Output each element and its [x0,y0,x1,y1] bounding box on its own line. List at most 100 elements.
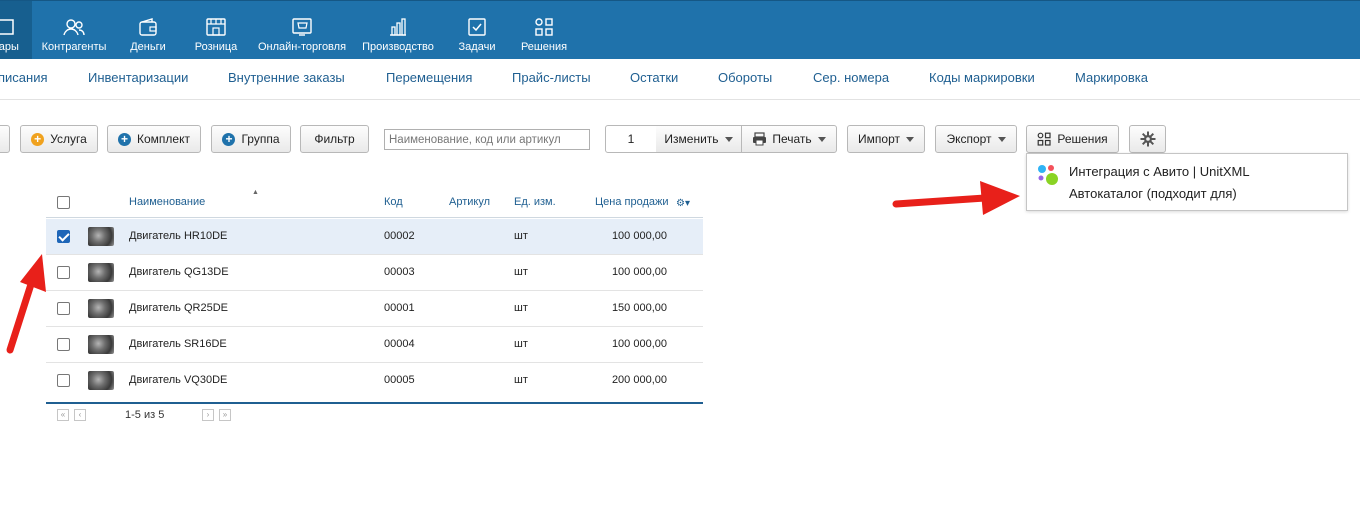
nav-goods[interactable]: вары [0,1,32,59]
row-code: 00004 [384,338,415,350]
subnav-marking[interactable]: Маркировка [1075,70,1148,85]
chevron-down-icon [997,136,1006,142]
product-thumbnail[interactable] [88,371,114,390]
row-checkbox[interactable] [57,230,70,243]
nav-retail[interactable]: Розница [190,1,242,59]
last-page-icon[interactable]: » [219,409,231,421]
printer-icon [753,132,767,146]
table-row[interactable]: Двигатель SR16DE 00004 шт 100 000,00 [46,327,703,363]
nav-online-trade[interactable]: Онлайн-торговля [256,1,348,59]
print-label: Печать [772,132,812,146]
nav-solutions-label: Решения [520,41,568,53]
product-thumbnail[interactable] [88,299,114,318]
prev-page-icon[interactable]: ‹ [74,409,86,421]
row-price: 150 000,00 [611,302,667,314]
row-price: 100 000,00 [611,338,667,350]
export-button[interactable]: Экспорт [935,125,1017,153]
nav-production[interactable]: Производство [360,1,436,59]
table-row[interactable]: Двигатель QG13DE 00003 шт 100 000,00 [46,255,703,291]
hidden-left-button[interactable] [0,125,10,153]
subnav-turnover[interactable]: Обороты [718,70,772,85]
change-label: Изменить [664,132,719,146]
subnav-inventory[interactable]: Инвентаризации [88,70,188,85]
subnav-writeoffs[interactable]: писания [0,70,48,85]
nav-solutions[interactable]: Решения [516,1,572,59]
row-unit: шт [514,230,528,242]
row-price: 200 000,00 [611,374,667,386]
chevron-down-icon [905,136,914,142]
header-code[interactable]: Код [384,196,403,208]
chevron-down-icon [724,136,733,142]
table-row[interactable]: Двигатель VQ30DE 00005 шт 200 000,00 [46,363,703,399]
nav-contacts-label: Контрагенты [41,41,107,53]
filter-label: Фильтр [314,132,355,146]
header-unit[interactable]: Ед. изм. [514,196,556,208]
row-unit: шт [514,338,528,350]
add-service-button[interactable]: + Услуга [20,125,98,153]
print-button[interactable]: Печать [741,125,837,153]
subnav-marking-codes[interactable]: Коды маркировки [929,70,1035,85]
next-page-icon[interactable]: › [202,409,214,421]
row-unit: шт [514,374,528,386]
table-row[interactable]: Двигатель QR25DE 00001 шт 150 000,00 [46,291,703,327]
filter-button[interactable]: Фильтр [300,125,369,153]
import-button[interactable]: Импорт [847,125,925,153]
row-checkbox[interactable] [57,302,70,315]
table-row[interactable]: Двигатель HR10DE 00002 шт 100 000,00 [46,219,703,255]
nav-retail-label: Розница [194,41,238,53]
row-name[interactable]: Двигатель HR10DE [129,230,227,242]
header-price[interactable]: Цена продажи [595,196,669,208]
gear-icon [1140,131,1155,147]
wallet-icon [139,18,157,36]
sub-navigation: писания Инвентаризации Внутренние заказы… [0,59,1360,100]
search-input[interactable] [384,129,590,150]
subnav-transfers[interactable]: Перемещения [386,70,472,85]
add-bundle-label: Комплект [137,132,190,146]
row-checkbox[interactable] [57,338,70,351]
goods-icon [0,19,14,35]
subnav-internal-orders[interactable]: Внутренние заказы [228,70,345,85]
nav-money[interactable]: Деньги [124,1,172,59]
table-header: Наименование ▲ Код Артикул Ед. изм. Цена… [46,186,703,218]
dropdown-item-integration[interactable]: Интеграция с Авито | UnitXML [1069,164,1250,179]
add-group-button[interactable]: + Группа [211,125,291,153]
row-price: 100 000,00 [611,266,667,278]
quantity-field[interactable]: 1 [605,125,657,153]
plus-icon: + [118,132,132,146]
select-all-checkbox[interactable] [57,196,70,209]
add-bundle-button[interactable]: + Комплект [107,125,201,153]
plus-icon: + [31,132,45,146]
row-name[interactable]: Двигатель QR25DE [129,302,228,314]
apps-grid-icon [535,18,553,36]
subnav-stock[interactable]: Остатки [630,70,678,85]
row-checkbox[interactable] [57,266,70,279]
solutions-dropdown: Интеграция с Авито | UnitXML Автокаталог… [1026,153,1348,211]
product-thumbnail[interactable] [88,227,114,246]
subnav-serial-numbers[interactable]: Сер. номера [813,70,889,85]
nav-production-label: Производство [362,41,434,53]
header-name[interactable]: Наименование [129,196,205,208]
product-thumbnail[interactable] [88,263,114,282]
nav-contacts[interactable]: Контрагенты [40,1,108,59]
import-label: Импорт [858,132,900,146]
row-checkbox[interactable] [57,374,70,387]
column-settings-icon[interactable]: ⚙▾ [676,198,690,209]
row-price: 100 000,00 [611,230,667,242]
solutions-button[interactable]: Решения [1026,125,1119,153]
plus-icon: + [222,132,236,146]
settings-button[interactable] [1129,125,1166,153]
dropdown-item-autocatalog[interactable]: Автокаталог (подходит для) [1069,186,1237,201]
row-unit: шт [514,266,528,278]
chevron-down-icon [817,136,826,142]
header-article[interactable]: Артикул [449,196,490,208]
subnav-price-lists[interactable]: Прайс-листы [512,70,591,85]
row-name[interactable]: Двигатель SR16DE [129,338,227,350]
chart-bars-icon [390,18,406,36]
first-page-icon[interactable]: « [57,409,69,421]
nav-tasks[interactable]: Задачи [452,1,502,59]
row-name[interactable]: Двигатель VQ30DE [129,374,227,386]
change-button[interactable]: Изменить [656,125,742,153]
product-thumbnail[interactable] [88,335,114,354]
nav-money-label: Деньги [130,41,166,53]
row-name[interactable]: Двигатель QG13DE [129,266,229,278]
